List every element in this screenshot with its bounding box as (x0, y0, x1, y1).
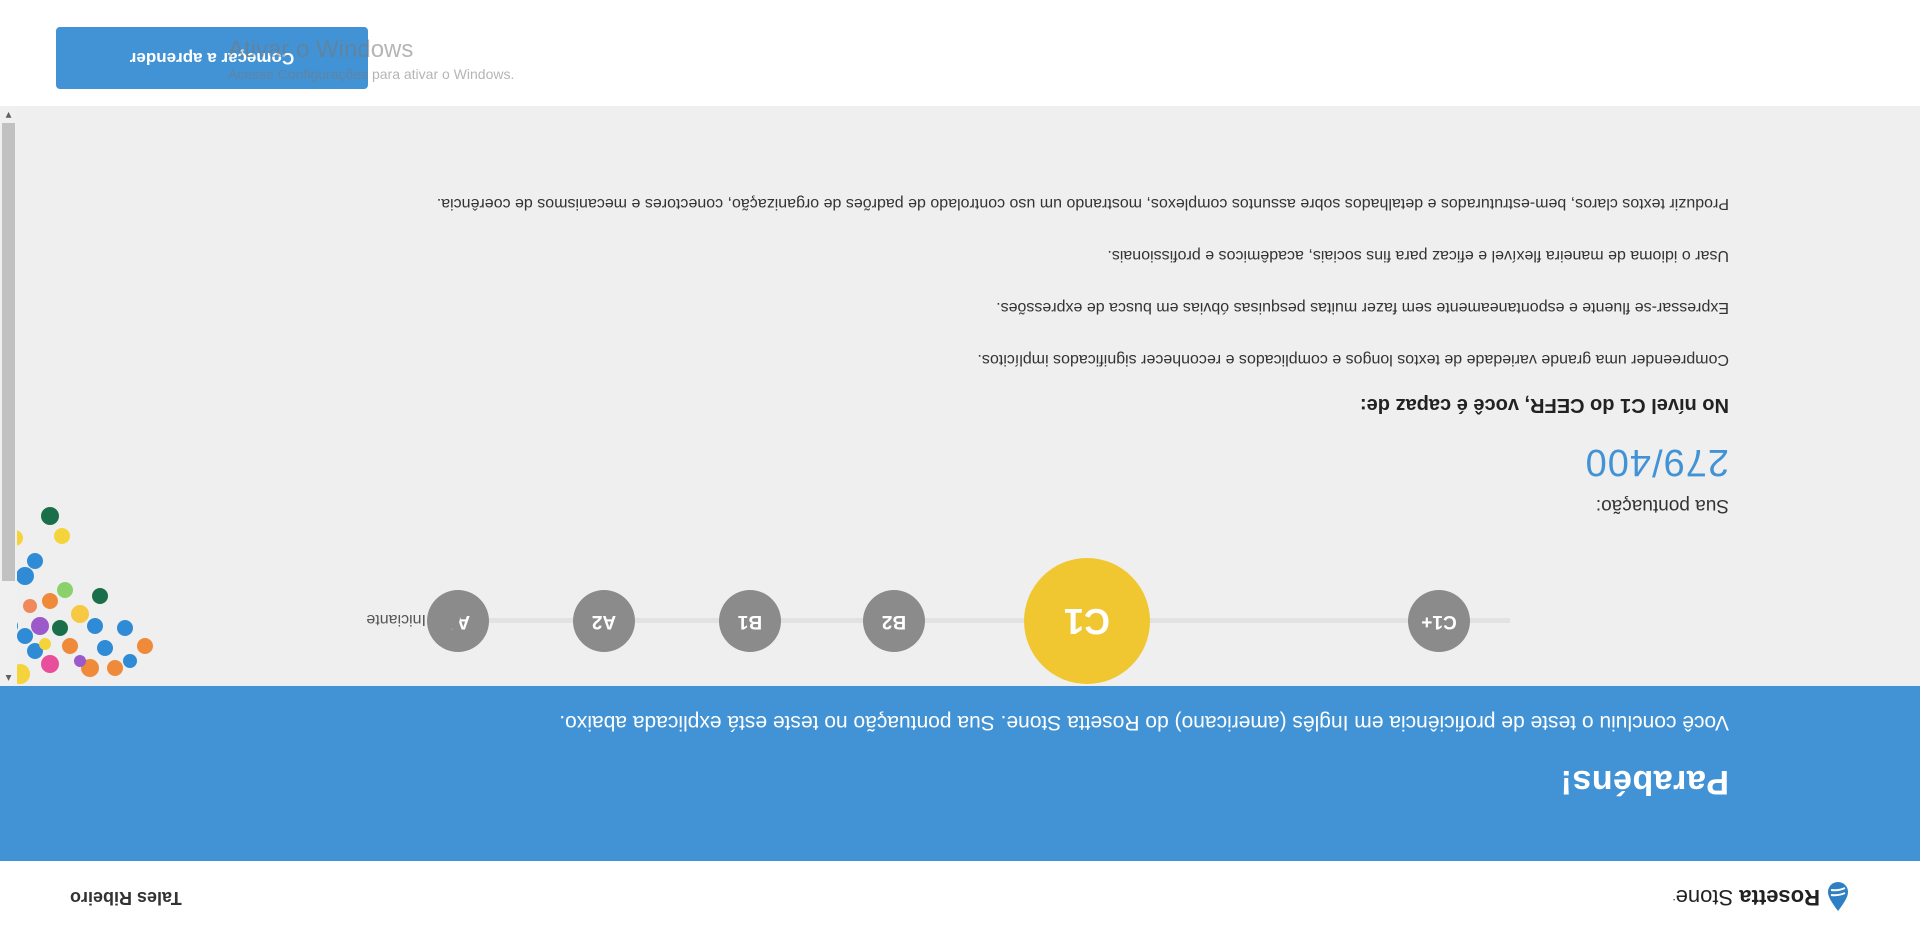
top-header: Rosetta Stone. Tales Ribeiro (0, 860, 1920, 934)
ability-item: Produzir textos claros, bem-estruturados… (436, 195, 1729, 212)
logo-bold-text: Rosetta (1739, 885, 1820, 910)
ability-item: Usar o idioma de maneira flexível e efic… (1107, 247, 1729, 264)
level-start-label: Iniciante (366, 611, 426, 628)
level-start-dot (435, 605, 460, 630)
logo-mark: . (1672, 896, 1676, 910)
logo-wordmark: Rosetta Stone. (1672, 884, 1820, 910)
congrats-banner: Parabéns! Você concluiu o teste de profi… (0, 686, 1920, 861)
abilities-title: No nível C1 do CEFR, você é capaz de: (1360, 394, 1729, 416)
abilities-list: Compreender uma grande variedade de text… (249, 164, 1729, 372)
start-learning-button[interactable]: Começar a aprender (56, 27, 368, 89)
rosetta-drop-icon (1828, 882, 1848, 911)
results-page: Rosetta Stone. Tales Ribeiro Parabéns! V… (0, 0, 1920, 934)
vertical-scrollbar[interactable]: ▲ ▼ (0, 106, 17, 686)
ability-item: Compreender uma grande variedade de text… (977, 351, 1729, 368)
level-c1-current[interactable]: C1 (1024, 558, 1150, 684)
scroll-down-arrow-icon[interactable]: ▼ (0, 106, 17, 123)
logo-regular-text: Stone (1675, 885, 1734, 910)
rosetta-stone-logo[interactable]: Rosetta Stone. (1672, 882, 1850, 912)
level-a2[interactable]: A2 (573, 590, 635, 652)
scrollbar-thumb[interactable] (2, 123, 15, 581)
score-value: 279/400 (1584, 441, 1729, 483)
user-name-menu[interactable]: Tales Ribeiro (70, 887, 182, 908)
level-c1-plus[interactable]: C1+ (1408, 590, 1470, 652)
cefr-level-track: A1 A2 B1 B2 C1 C1+ Iniciante (0, 558, 1920, 686)
ability-item: Expressar-se fluente e espontaneamente s… (996, 299, 1729, 316)
banner-title: Parabéns! (1560, 763, 1729, 801)
level-b2[interactable]: B2 (863, 590, 925, 652)
level-b1[interactable]: B1 (719, 590, 781, 652)
results-content: A1 A2 B1 B2 C1 C1+ Iniciante Sua pontuaç… (0, 106, 1920, 686)
bottom-footer: Começar a aprender Ativar o Windows Aces… (0, 0, 1920, 106)
banner-text: Você concluiu o teste de proficiência em… (559, 711, 1729, 734)
score-label: Sua pontuação: (1595, 495, 1729, 516)
scroll-up-arrow-icon[interactable]: ▲ (0, 669, 17, 686)
